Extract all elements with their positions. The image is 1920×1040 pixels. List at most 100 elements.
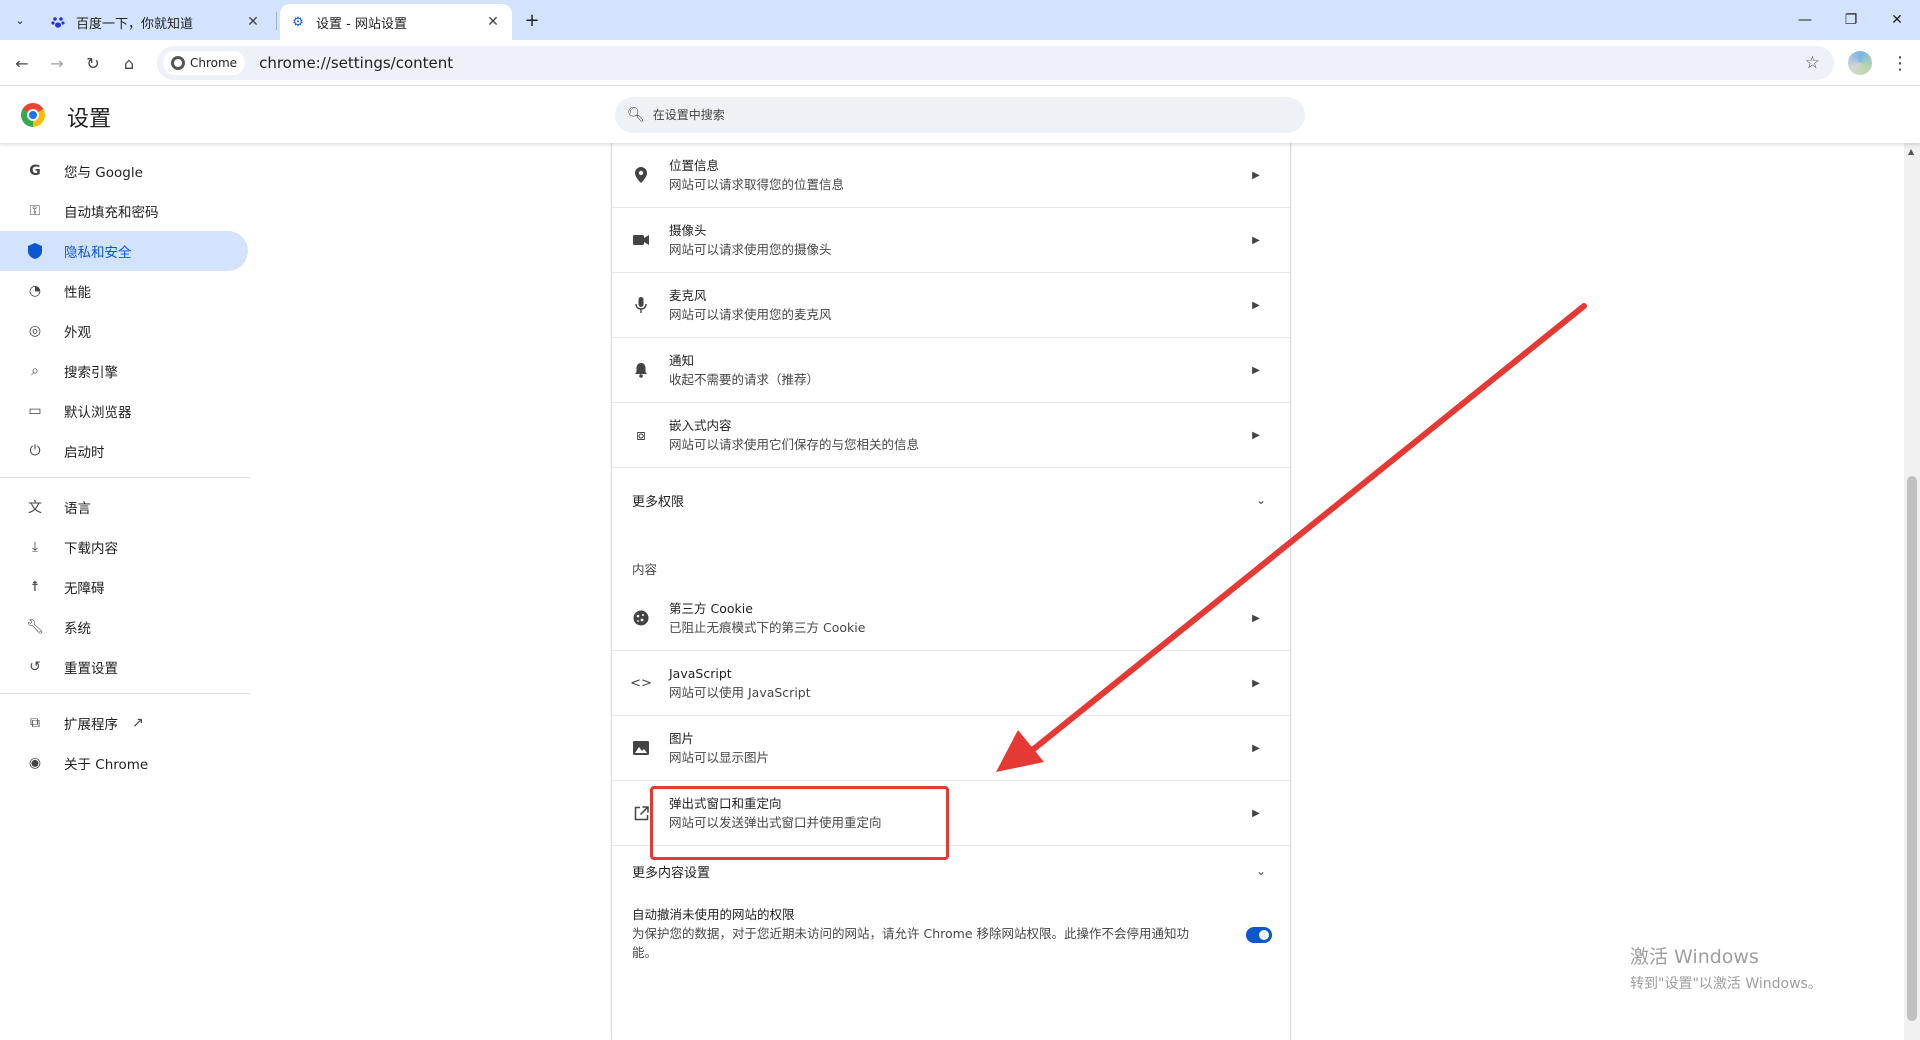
windows-activation-watermark: 激活 Windows 转到"设置"以激活 Windows。	[1630, 942, 1822, 993]
tab-search-button[interactable]: ⌄	[8, 8, 32, 32]
settings-sidebar: G 您与 Google ⚿ 自动填充和密码 隐私和安全 ◔ 性能 ◎ 外观 ⌕ …	[0, 143, 250, 1040]
row-title: 摄像头	[669, 223, 707, 238]
minimize-icon: —	[1798, 12, 1812, 28]
tab-settings[interactable]: ⚙ 设置 - 网站设置 ✕	[280, 4, 512, 40]
tab-baidu[interactable]: 百度一下，你就知道 ✕	[40, 4, 272, 40]
chrome-logo-icon	[21, 103, 45, 127]
auto-revoke-setting: 自动撤消未使用的网站的权限 为保护您的数据，对于您近期未访问的网站，请允许 Ch…	[632, 905, 1212, 962]
chrome-logo-icon: ◉	[28, 755, 42, 771]
row-subtitle: 网站可以请求取得您的位置信息	[669, 177, 845, 192]
sidebar-item-extensions[interactable]: ⧉ 扩展程序 ↗	[0, 703, 248, 743]
content-row-third-party-cookies[interactable]: 第三方 Cookie 已阻止无痕模式下的第三方 Cookie ▶	[612, 586, 1290, 651]
permission-row-camera[interactable]: 摄像头 网站可以请求使用您的摄像头 ▶	[612, 208, 1290, 273]
address-bar[interactable]: Chrome chrome://settings/content ☆	[157, 46, 1834, 80]
permission-row-location[interactable]: 位置信息 网站可以请求取得您的位置信息 ▶	[612, 143, 1290, 208]
close-icon[interactable]: ✕	[484, 13, 502, 31]
restore-icon: ❐	[1844, 12, 1858, 28]
watermark-line-2: 转到"设置"以激活 Windows。	[1630, 976, 1822, 992]
sidebar-item-search-engine[interactable]: ⌕ 搜索引擎	[0, 351, 248, 391]
sidebar-divider	[0, 477, 250, 478]
sidebar-item-autofill[interactable]: ⚿ 自动填充和密码	[0, 191, 248, 231]
search-icon: ⌕	[31, 363, 39, 379]
bookmark-star-icon[interactable]: ☆	[1805, 53, 1820, 73]
sidebar-item-accessibility[interactable]: ☨ 无障碍	[0, 567, 248, 607]
new-tab-button[interactable]: +	[520, 8, 544, 32]
forward-button[interactable]: →	[43, 49, 71, 77]
row-subtitle: 收起不需要的请求（推荐）	[669, 372, 820, 387]
chevron-down-icon: ⌄	[1255, 864, 1266, 878]
scrollbar-thumb[interactable]	[1907, 476, 1917, 1021]
sidebar-item-about-chrome[interactable]: ◉ 关于 Chrome	[0, 743, 248, 783]
settings-header: 设置 🔍︎	[0, 87, 1920, 143]
chrome-logo-icon	[171, 56, 185, 70]
puzzle-icon: ⧉	[30, 715, 40, 731]
row-title: 图片	[669, 731, 695, 746]
close-icon[interactable]: ✕	[244, 13, 262, 31]
watermark-line-1: 激活 Windows	[1630, 946, 1759, 968]
sidebar-item-downloads[interactable]: ⤓ 下载内容	[0, 527, 248, 567]
page-scrollbar[interactable]: ▲	[1904, 143, 1920, 1040]
gear-icon: ⚙	[292, 14, 304, 30]
back-button[interactable]: ←	[8, 49, 36, 77]
tab-title: 设置 - 网站设置	[316, 16, 407, 32]
row-subtitle: 网站可以请求使用您的摄像头	[669, 242, 832, 257]
annotation-highlight-box	[650, 786, 949, 860]
camera-icon	[631, 230, 651, 250]
sidebar-item-label: 搜索引擎	[64, 365, 118, 381]
sidebar-item-label: 性能	[64, 285, 91, 301]
sidebar-item-label: 语言	[64, 501, 91, 517]
image-icon	[631, 738, 651, 758]
menu-button[interactable]: ⋮	[1888, 49, 1912, 77]
search-input[interactable]	[652, 108, 1253, 122]
row-subtitle: 网站可以使用 JavaScript	[669, 685, 811, 700]
permission-row-microphone[interactable]: 麦克风 网站可以请求使用您的麦克风 ▶	[612, 273, 1290, 338]
page-title: 设置	[67, 107, 112, 132]
url-text[interactable]: chrome://settings/content	[259, 54, 453, 72]
home-button[interactable]: ⌂	[115, 49, 143, 77]
setting-description: 为保护您的数据，对于您近期未访问的网站，请允许 Chrome 移除网站权限。此操…	[632, 926, 1189, 960]
sidebar-item-label: 扩展程序	[64, 717, 118, 733]
settings-search[interactable]: 🔍︎	[615, 97, 1305, 133]
sidebar-item-label: 关于 Chrome	[64, 757, 149, 773]
arrow-right-icon: ▶	[1252, 677, 1260, 689]
reload-button[interactable]: ↻	[79, 49, 107, 77]
open-external-icon: ↗	[132, 715, 144, 731]
sidebar-item-system[interactable]: 🔧︎ 系统	[0, 607, 248, 647]
avatar[interactable]	[1848, 51, 1872, 75]
row-title: 通知	[669, 353, 695, 368]
sidebar-item-performance[interactable]: ◔ 性能	[0, 271, 248, 311]
row-title: 麦克风	[669, 288, 707, 303]
expander-label: 更多权限	[632, 494, 685, 510]
restore-button[interactable]: ❐	[1828, 0, 1874, 40]
sidebar-item-label: 重置设置	[64, 661, 118, 677]
close-icon: ✕	[1891, 12, 1903, 28]
arrow-right-icon: ▶	[1252, 169, 1260, 181]
sidebar-item-you-and-google[interactable]: G 您与 Google	[0, 151, 248, 191]
reset-icon: ↺	[29, 659, 41, 675]
sidebar-item-label: 自动填充和密码	[64, 205, 159, 221]
sidebar-item-languages[interactable]: 文 语言	[0, 487, 248, 527]
sidebar-item-default-browser[interactable]: ▭ 默认浏览器	[0, 391, 248, 431]
content-row-javascript[interactable]: <> JavaScript 网站可以使用 JavaScript ▶	[612, 651, 1290, 716]
sidebar-item-on-startup[interactable]: ⏻ 启动时	[0, 431, 248, 471]
sidebar-item-appearance[interactable]: ◎ 外观	[0, 311, 248, 351]
auto-revoke-toggle[interactable]	[1246, 927, 1272, 943]
sidebar-item-reset[interactable]: ↺ 重置设置	[0, 647, 248, 687]
site-info-chip[interactable]: Chrome	[163, 51, 246, 75]
sidebar-divider	[0, 693, 250, 694]
google-g-icon: G	[29, 163, 41, 179]
permission-row-notifications[interactable]: 通知 收起不需要的请求（推荐） ▶	[612, 338, 1290, 403]
palette-icon: ◎	[28, 323, 42, 339]
browser-window-icon: ▭	[28, 403, 42, 419]
baidu-paw-icon	[50, 14, 66, 30]
minimize-button[interactable]: —	[1782, 0, 1828, 40]
window-close-button[interactable]: ✕	[1874, 0, 1920, 40]
more-permissions-expander[interactable]: 更多权限 ⌄	[612, 476, 1290, 524]
shield-icon	[25, 241, 45, 261]
scroll-up-arrow-icon[interactable]: ▲	[1908, 147, 1914, 156]
permission-row-embedded-content[interactable]: ⧇ 嵌入式内容 网站可以请求使用它们保存的与您相关的信息 ▶	[612, 403, 1290, 468]
row-subtitle: 已阻止无痕模式下的第三方 Cookie	[669, 620, 866, 635]
content-row-images[interactable]: 图片 网站可以显示图片 ▶	[612, 716, 1290, 781]
sidebar-item-privacy[interactable]: 隐私和安全	[0, 231, 248, 271]
arrow-right-icon: ▶	[1252, 234, 1260, 246]
